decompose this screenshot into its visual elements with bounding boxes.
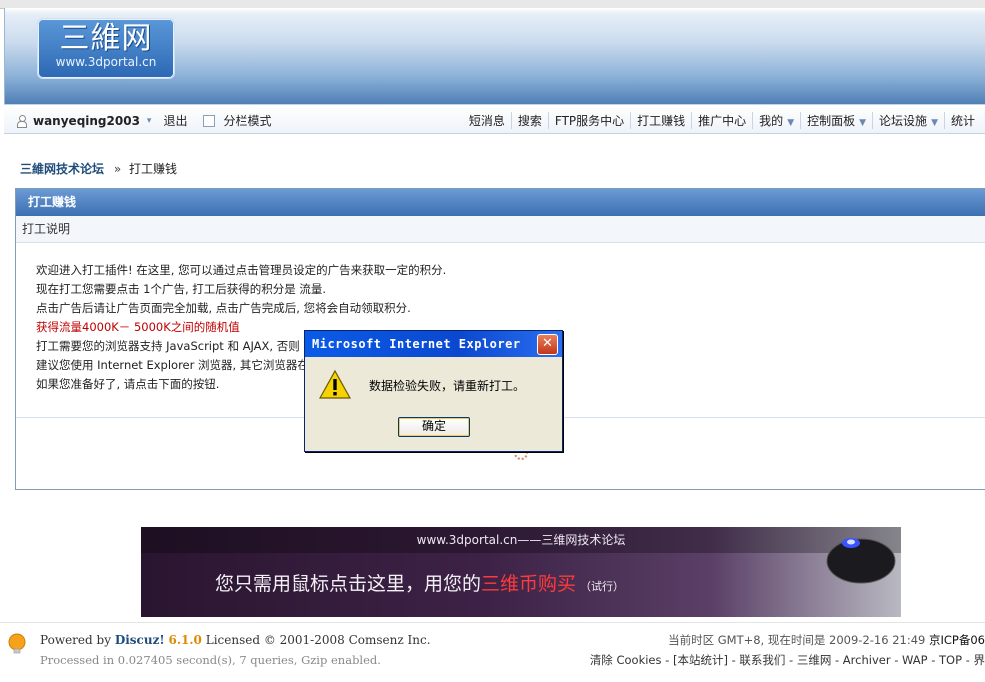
processed-info: Processed in 0.027405 second(s), 7 queri… [40, 653, 381, 667]
user-icon [16, 114, 27, 128]
logo-title: 三維网 [59, 21, 153, 56]
username-link[interactable]: wanyeqing2003 [33, 114, 140, 128]
breadcrumb-separator: » [113, 162, 122, 176]
nav-item-search[interactable]: 搜索 [510, 112, 548, 129]
close-icon[interactable]: ✕ [537, 333, 558, 355]
nav-item-work[interactable]: 打工赚钱 [630, 112, 691, 129]
site-logo[interactable]: 三維网 www.3dportal.cn [37, 18, 175, 79]
panel-title: 打工赚钱 [16, 189, 985, 216]
banner-highlight: 三维币购买 [481, 573, 577, 595]
panel-subtitle: 打工说明 [16, 216, 985, 243]
nav-item-mine[interactable]: 我的 ▼ [752, 112, 800, 129]
user-menu: wanyeqing2003 ▾ 退出 分栏模式 [16, 112, 271, 129]
alert-dialog: Microsoft Internet Explorer ✕ 数据检验失败，请重新… [304, 330, 563, 452]
footer-time: 当前时区 GMT+8, 现在时间是 2009-2-16 21:49 京ICP备0… [668, 632, 985, 648]
banner-main-text: 您只需用鼠标点击这里，用您的三维币购买 （试行） [215, 569, 624, 596]
nav-item-messages[interactable]: 短消息 [463, 112, 511, 129]
chevron-down-icon: ▼ [787, 118, 795, 128]
footer-links[interactable]: 清除 Cookies - [本站统计] - 联系我们 - 三维网 - Archi… [590, 652, 985, 668]
timezone-text: 当前时区 GMT+8, 现在时间是 2009-2-16 21:49 [668, 633, 926, 647]
powered-by: Powered by Discuz! 6.1.0 Licensed © 2001… [40, 633, 431, 647]
logout-link[interactable]: 退出 [163, 112, 187, 129]
nav-item-mine-label: 我的 [759, 114, 784, 128]
site-footer: Powered by Discuz! 6.1.0 Licensed © 2001… [0, 622, 985, 682]
dialog-title: Microsoft Internet Explorer [312, 337, 521, 351]
discuz-version: 6.1.0 [168, 633, 202, 647]
nav-item-promotion[interactable]: 推广中心 [691, 112, 752, 129]
chevron-down-icon: ▼ [931, 118, 938, 128]
nav-item-facilities[interactable]: 论坛设施 ▼ [872, 112, 944, 129]
nav-item-ftp[interactable]: FTP服务中心 [547, 112, 630, 129]
discuz-link[interactable]: Discuz! [115, 633, 165, 647]
warning-icon [319, 369, 351, 399]
powered-prefix: Powered by [40, 633, 111, 647]
ok-button[interactable]: 确定 [398, 417, 470, 437]
dialog-message: 数据检验失败，请重新打工。 [369, 379, 526, 393]
nav-links: 短消息 搜索 FTP服务中心 打工赚钱 推广中心 我的 ▼ 控制面板 ▼ 论坛设施 ▼… [463, 112, 981, 129]
instruction-line: 欢迎进入打工插件! 在这里, 您可以通过点击管理员设定的广告来获取一定的积分. [36, 263, 447, 277]
instruction-line: 点击广告后请让广告页面完全加载, 点击广告完成后, 您将会自动领取积分. [36, 301, 411, 315]
split-mode-checkbox[interactable] [203, 114, 216, 127]
banner-top-text: www.3dportal.cn——三维网技术论坛 [141, 527, 901, 553]
breadcrumb-current: 打工赚钱 [129, 162, 178, 176]
breadcrumb: 三維网技术论坛 » 打工赚钱 [20, 160, 177, 177]
license-text: Licensed © 2001-2008 Comsenz Inc. [205, 633, 431, 647]
icp-link[interactable]: 京ICP备06 [929, 633, 985, 647]
nav-item-control-panel[interactable]: 控制面板 ▼ [800, 112, 872, 129]
chevron-down-icon[interactable]: ▾ [147, 116, 152, 126]
banner-main-prefix: 您只需用鼠标点击这里，用您的 [215, 573, 482, 595]
banner-trial: （试行） [580, 580, 625, 593]
nav-item-facilities-label: 论坛设施 [879, 114, 928, 128]
chevron-down-icon: ▼ [859, 118, 867, 128]
dialog-titlebar[interactable]: Microsoft Internet Explorer ✕ [305, 331, 562, 357]
top-navbar: wanyeqing2003 ▾ 退出 分栏模式 短消息 搜索 FTP服务中心 打… [4, 104, 985, 134]
lightbulb-icon [8, 633, 26, 654]
mouse-icon [826, 538, 896, 584]
instruction-line: 现在打工您需要点击 1个广告, 打工后获得的积分是 流量. [36, 282, 327, 296]
split-mode-label[interactable]: 分栏模式 [223, 112, 271, 129]
nav-item-stats[interactable]: 统计 [943, 112, 981, 129]
nav-item-control-panel-label: 控制面板 [807, 114, 856, 128]
breadcrumb-home-link[interactable]: 三維网技术论坛 [20, 162, 104, 176]
site-header: 三維网 www.3dportal.cn [4, 8, 985, 104]
ad-banner[interactable]: www.3dportal.cn——三维网技术论坛 您只需用鼠标点击这里，用您的三… [141, 527, 901, 617]
logo-url: www.3dportal.cn [55, 55, 157, 69]
